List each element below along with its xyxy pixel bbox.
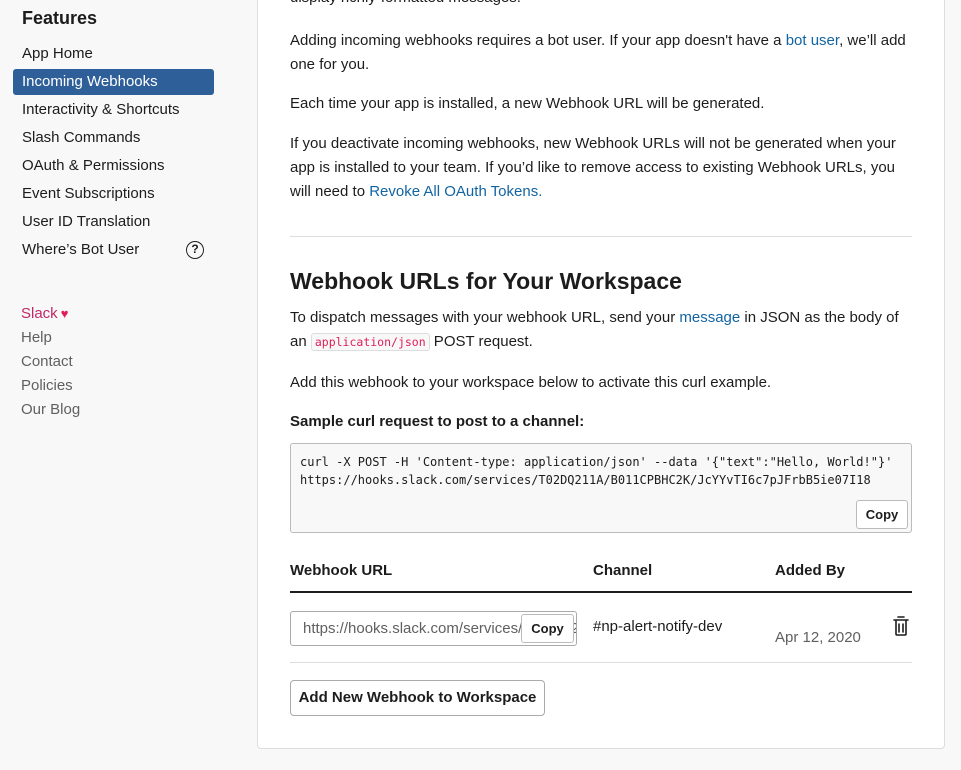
dispatch-suffix: POST request.: [429, 333, 533, 350]
table-header-rule: [290, 591, 912, 593]
sidebar-item-user-id-translation[interactable]: User ID Translation: [13, 209, 214, 235]
channel-name: #np-alert-notify-dev: [593, 618, 723, 635]
bot-user-paragraph: Adding incoming webhooks requires a bot …: [290, 29, 912, 77]
bot-para-prefix: Adding incoming webhooks requires a bot …: [290, 32, 786, 49]
footer-slack-label: Slack: [21, 305, 58, 322]
footer-link-contact[interactable]: Contact: [21, 350, 80, 374]
deactivate-paragraph: If you deactivate incoming webhooks, new…: [290, 132, 912, 204]
added-date: Apr 12, 2020: [775, 629, 861, 646]
sidebar-item-interactivity[interactable]: Interactivity & Shortcuts: [13, 97, 214, 123]
bot-user-link[interactable]: bot user: [786, 32, 839, 49]
footer-link-help[interactable]: Help: [21, 326, 80, 350]
column-header-webhook-url: Webhook URL: [290, 562, 393, 579]
heart-icon: ♥: [60, 306, 69, 321]
message-link[interactable]: message: [679, 309, 740, 326]
feature-nav: App Home Incoming Webhooks Interactivity…: [13, 41, 214, 265]
sidebar: Features App Home Incoming Webhooks Inte…: [0, 0, 240, 770]
sidebar-item-event-subscriptions[interactable]: Event Subscriptions: [13, 181, 214, 207]
sidebar-item-incoming-webhooks[interactable]: Incoming Webhooks: [13, 69, 214, 95]
dispatch-prefix: To dispatch messages with your webhook U…: [290, 309, 680, 326]
content-type-code: application/json: [310, 333, 430, 351]
trash-icon[interactable]: [892, 615, 910, 637]
sidebar-item-label: Where’s Bot User: [22, 241, 140, 258]
sample-curl-label: Sample curl request to post to a channel…: [290, 413, 585, 430]
installed-paragraph: Each time your app is installed, a new W…: [290, 95, 765, 112]
activate-paragraph: Add this webhook to your workspace below…: [290, 374, 772, 391]
footer-link-slack[interactable]: Slack ♥: [21, 302, 80, 326]
dispatch-paragraph: To dispatch messages with your webhook U…: [290, 306, 912, 354]
copy-webhook-url-button[interactable]: Copy: [521, 614, 574, 643]
sidebar-item-oauth[interactable]: OAuth & Permissions: [13, 153, 214, 179]
footer-link-blog[interactable]: Our Blog: [21, 398, 80, 422]
table-row-rule: [290, 662, 912, 663]
section-title: Webhook URLs for Your Workspace: [290, 268, 682, 294]
sidebar-item-app-home[interactable]: App Home: [13, 41, 214, 67]
curl-code-block[interactable]: curl -X POST -H 'Content-type: applicati…: [290, 443, 912, 533]
sidebar-item-wheres-bot-user[interactable]: Where’s Bot User ?: [13, 237, 214, 263]
column-header-channel: Channel: [593, 562, 653, 579]
copy-curl-button[interactable]: Copy: [856, 500, 908, 529]
section-divider: [290, 236, 912, 237]
footer-link-policies[interactable]: Policies: [21, 374, 80, 398]
help-icon[interactable]: ?: [186, 241, 204, 259]
sidebar-footer: Slack ♥ Help Contact Policies Our Blog: [21, 302, 80, 422]
curl-code-text: curl -X POST -H 'Content-type: applicati…: [300, 455, 893, 487]
add-webhook-button[interactable]: Add New Webhook to Workspace: [290, 680, 545, 716]
column-header-added-by: Added By: [775, 562, 846, 579]
cut-off-text: display richly-formatted messages.: [290, 0, 912, 10]
revoke-tokens-link[interactable]: Revoke All OAuth Tokens.: [369, 183, 542, 200]
sidebar-item-slash-commands[interactable]: Slash Commands: [13, 125, 214, 151]
features-heading: Features: [22, 8, 98, 28]
